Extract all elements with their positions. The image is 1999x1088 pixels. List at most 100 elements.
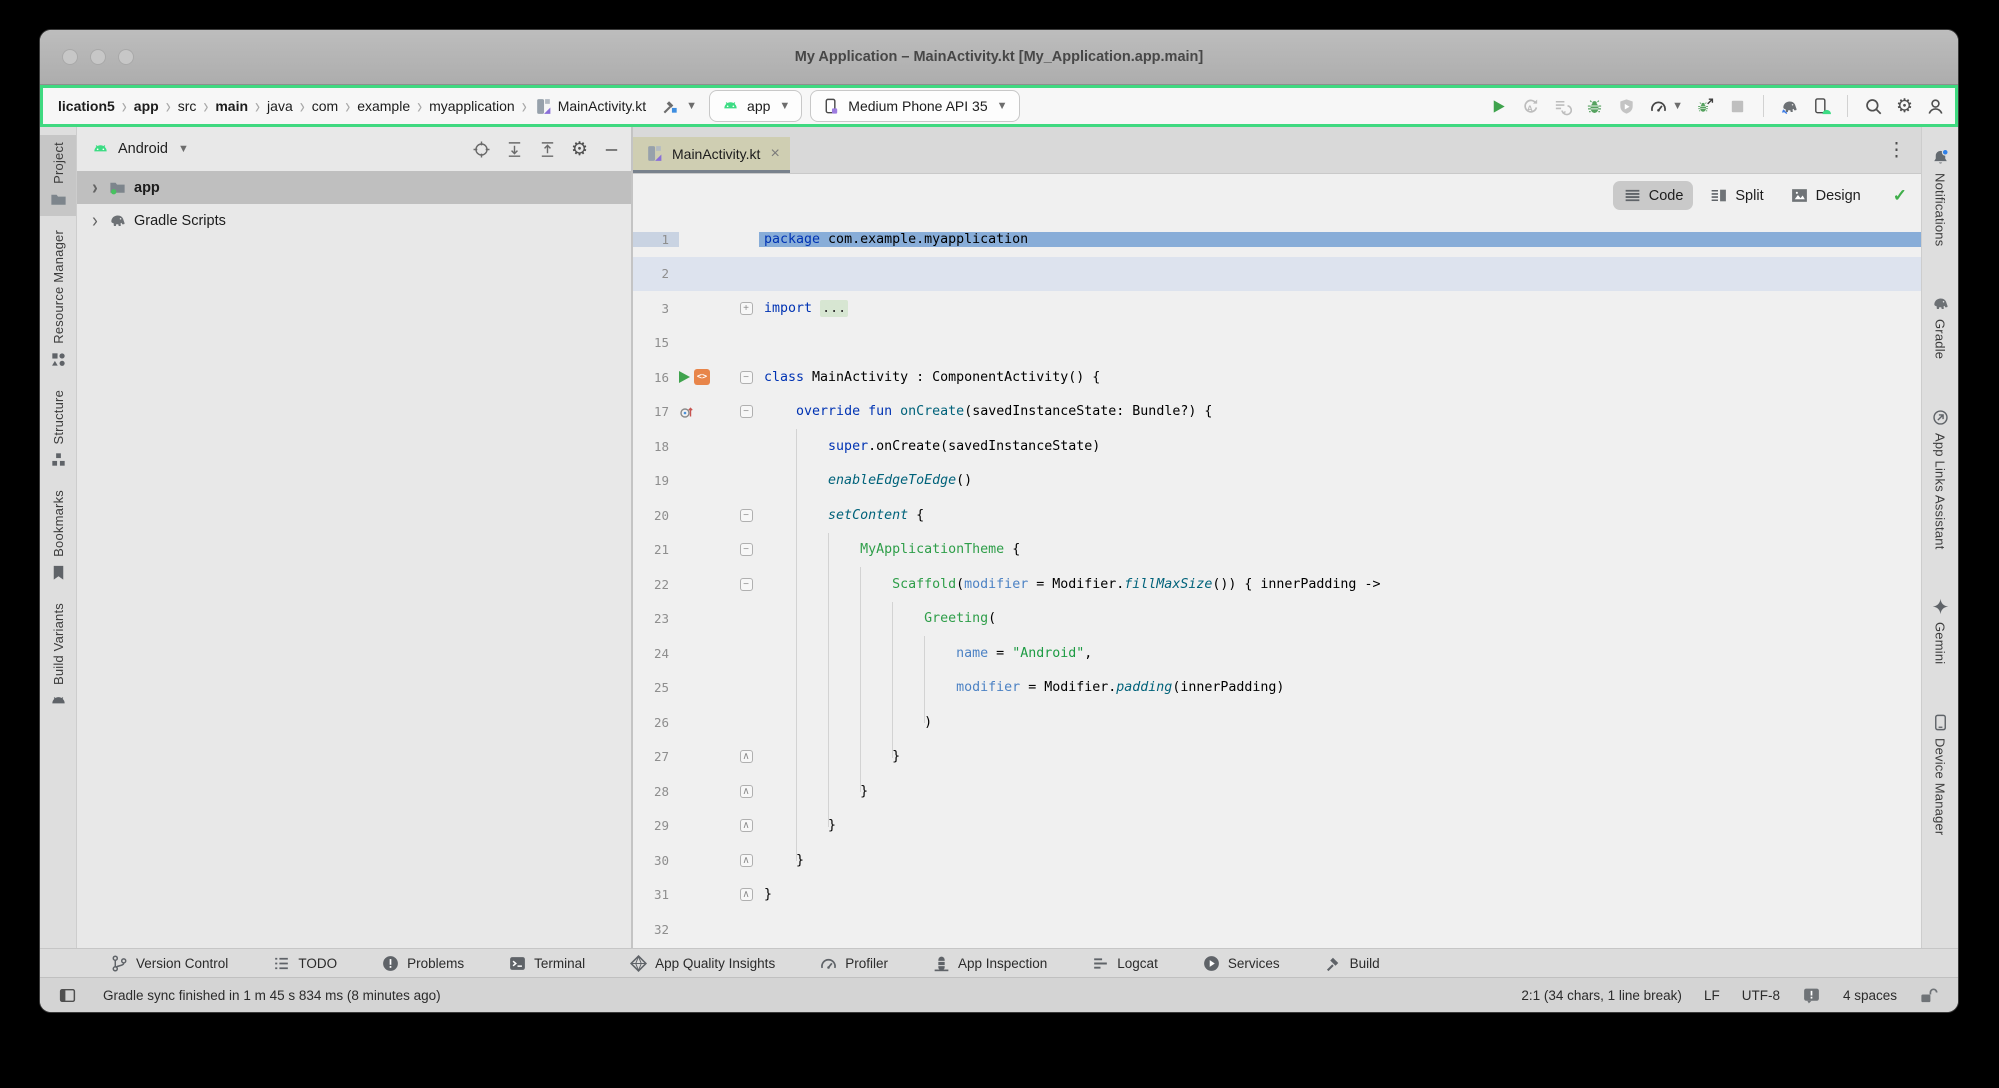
code-text[interactable]: } <box>759 818 1921 833</box>
code-text[interactable]: } <box>759 887 1921 902</box>
line-number[interactable]: 21 <box>633 542 679 557</box>
chevron-right-icon[interactable]: › <box>89 176 101 200</box>
breadcrumb-item-src[interactable]: src <box>175 96 200 116</box>
notification-bubble-icon[interactable] <box>1802 986 1821 1005</box>
code-line-31[interactable]: 31∧} <box>633 878 1921 913</box>
lock-open-icon[interactable] <box>1919 986 1938 1005</box>
code-text[interactable]: package com.example.myapplication <box>759 232 1921 247</box>
tool-window-button-build[interactable]: Build <box>1324 954 1380 973</box>
inspections-ok-icon[interactable]: ✓ <box>1893 186 1907 206</box>
line-number[interactable]: 28 <box>633 784 679 799</box>
tool-window-button-gemini[interactable]: Gemini <box>1922 590 1958 671</box>
code-line-2[interactable]: 2 <box>633 257 1921 292</box>
locate-icon[interactable] <box>472 140 491 159</box>
compose-preview-icon[interactable]: <> <box>694 369 710 385</box>
breadcrumb-item-com[interactable]: com <box>309 96 341 116</box>
settings-button[interactable]: ⚙ <box>1896 97 1913 116</box>
caret-position[interactable]: 2:1 (34 chars, 1 line break) <box>1521 988 1682 1003</box>
code-text[interactable]: enableEdgeToEdge() <box>759 473 1921 488</box>
tool-window-button-resource-manager[interactable]: Resource Manager <box>40 223 76 376</box>
apply-code-changes-button[interactable] <box>1553 97 1572 116</box>
indent-setting[interactable]: 4 spaces <box>1843 988 1897 1003</box>
close-tab-icon[interactable]: × <box>770 145 779 163</box>
tool-window-button-services[interactable]: Services <box>1202 954 1280 973</box>
breadcrumb-item-mainactivity-kt[interactable]: MainActivity.kt <box>531 95 649 118</box>
code-text[interactable]: class MainActivity : ComponentActivity()… <box>759 370 1921 385</box>
line-number[interactable]: 15 <box>633 335 679 350</box>
line-number[interactable]: 18 <box>633 439 679 454</box>
tool-window-button-todo[interactable]: TODO <box>272 954 337 973</box>
line-number[interactable]: 17 <box>633 404 679 419</box>
line-number[interactable]: 16 <box>633 370 679 385</box>
fold-open-icon[interactable]: − <box>740 509 753 522</box>
tool-window-button-app-links-assistant[interactable]: App Links Assistant <box>1922 401 1958 557</box>
line-number[interactable]: 25 <box>633 680 679 695</box>
line-ending[interactable]: LF <box>1704 988 1720 1003</box>
code-text[interactable]: super.onCreate(savedInstanceState) <box>759 439 1921 454</box>
code-text[interactable]: name = "Android", <box>759 646 1921 661</box>
breadcrumb-item-main[interactable]: main <box>212 96 251 116</box>
fold-open-icon[interactable]: − <box>740 371 753 384</box>
line-number[interactable]: 23 <box>633 611 679 626</box>
code-text[interactable]: override fun onCreate(savedInstanceState… <box>759 404 1921 419</box>
code-text[interactable]: modifier = Modifier.padding(innerPadding… <box>759 680 1921 695</box>
tool-window-button-version-control[interactable]: Version Control <box>110 954 228 973</box>
code-line-21[interactable]: 21− MyApplicationTheme { <box>633 533 1921 568</box>
fold-end-icon[interactable]: ∧ <box>740 750 753 763</box>
code-line-16[interactable]: 16 <> −class MainActivity : ComponentActiv… <box>633 360 1921 395</box>
tool-window-layout-icon[interactable] <box>58 986 77 1005</box>
code-text[interactable]: } <box>759 749 1921 764</box>
code-text[interactable]: import ... <box>759 301 1921 316</box>
chevron-right-icon[interactable]: › <box>89 209 101 233</box>
code-line-27[interactable]: 27∧ } <box>633 740 1921 775</box>
code-line-28[interactable]: 28 ∧ } <box>633 774 1921 809</box>
breadcrumb-item-myapplication[interactable]: myapplication <box>426 96 518 116</box>
run-configuration-selector[interactable]: app ▼ <box>709 90 802 122</box>
tool-window-button-profiler[interactable]: Profiler <box>819 954 888 973</box>
tool-window-button-device-manager[interactable]: Device Manager <box>1922 706 1958 842</box>
code-line-30[interactable]: 30∧ } <box>633 843 1921 878</box>
tool-window-button-app-quality-insights[interactable]: App Quality Insights <box>629 954 775 973</box>
tree-item-gradle-scripts[interactable]: ›Gradle Scripts <box>77 204 631 237</box>
tool-window-button-build-variants[interactable]: Build Variants <box>40 596 76 717</box>
hide-icon[interactable] <box>602 140 621 159</box>
fold-end-icon[interactable]: ∧ <box>740 819 753 832</box>
line-number[interactable]: 31 <box>633 887 679 902</box>
code-text[interactable]: } <box>759 784 1921 799</box>
run-line-icon[interactable] <box>679 371 690 383</box>
device-manager-button[interactable] <box>1812 97 1831 116</box>
account-button[interactable] <box>1926 97 1945 116</box>
build-type-selector[interactable]: ▼ <box>661 97 697 116</box>
code-line-1[interactable]: 1package com.example.myapplication <box>633 222 1921 257</box>
tool-window-button-app-inspection[interactable]: App Inspection <box>932 954 1047 973</box>
tool-window-button-problems[interactable]: Problems <box>381 954 464 973</box>
tool-window-button-notifications[interactable]: Notifications <box>1922 141 1958 253</box>
fold-open-icon[interactable]: − <box>740 405 753 418</box>
code-line-22[interactable]: 22 − Scaffold(modifier = Modifier.fillMax… <box>633 567 1921 602</box>
tool-window-button-gradle[interactable]: Gradle <box>1922 287 1958 366</box>
tool-window-button-structure[interactable]: Structure <box>40 383 76 477</box>
fold-open-icon[interactable]: − <box>740 578 753 591</box>
debug-button[interactable] <box>1585 97 1604 116</box>
tool-window-button-logcat[interactable]: Logcat <box>1091 954 1158 973</box>
code-line-20[interactable]: 20− setContent { <box>633 498 1921 533</box>
collapse-all-icon[interactable] <box>538 140 557 159</box>
view-mode-design[interactable]: Design <box>1780 181 1871 210</box>
override-method-icon[interactable] <box>679 404 695 420</box>
run-button[interactable] <box>1489 97 1508 116</box>
line-number[interactable]: 22 <box>633 577 679 592</box>
tool-window-button-project[interactable]: Project <box>40 135 76 216</box>
profiler-button[interactable]: ▼ <box>1649 97 1683 116</box>
close-window-button[interactable] <box>62 49 78 65</box>
project-view-selector[interactable]: Android ▼ <box>91 140 189 159</box>
sync-gradle-button[interactable] <box>1780 97 1799 116</box>
code-line-26[interactable]: 26 ) <box>633 705 1921 740</box>
line-number[interactable]: 3 <box>633 301 679 316</box>
attach-debugger-button[interactable] <box>1617 97 1636 116</box>
view-mode-code[interactable]: Code <box>1613 181 1694 210</box>
code-line-17[interactable]: 17 − override fun onCreate(savedInstanceS… <box>633 395 1921 430</box>
fold-end-icon[interactable]: ∧ <box>740 785 753 798</box>
code-line-3[interactable]: 3+import ... <box>633 291 1921 326</box>
code-text[interactable]: Scaffold(modifier = Modifier.fillMaxSize… <box>759 577 1921 592</box>
line-number[interactable]: 30 <box>633 853 679 868</box>
